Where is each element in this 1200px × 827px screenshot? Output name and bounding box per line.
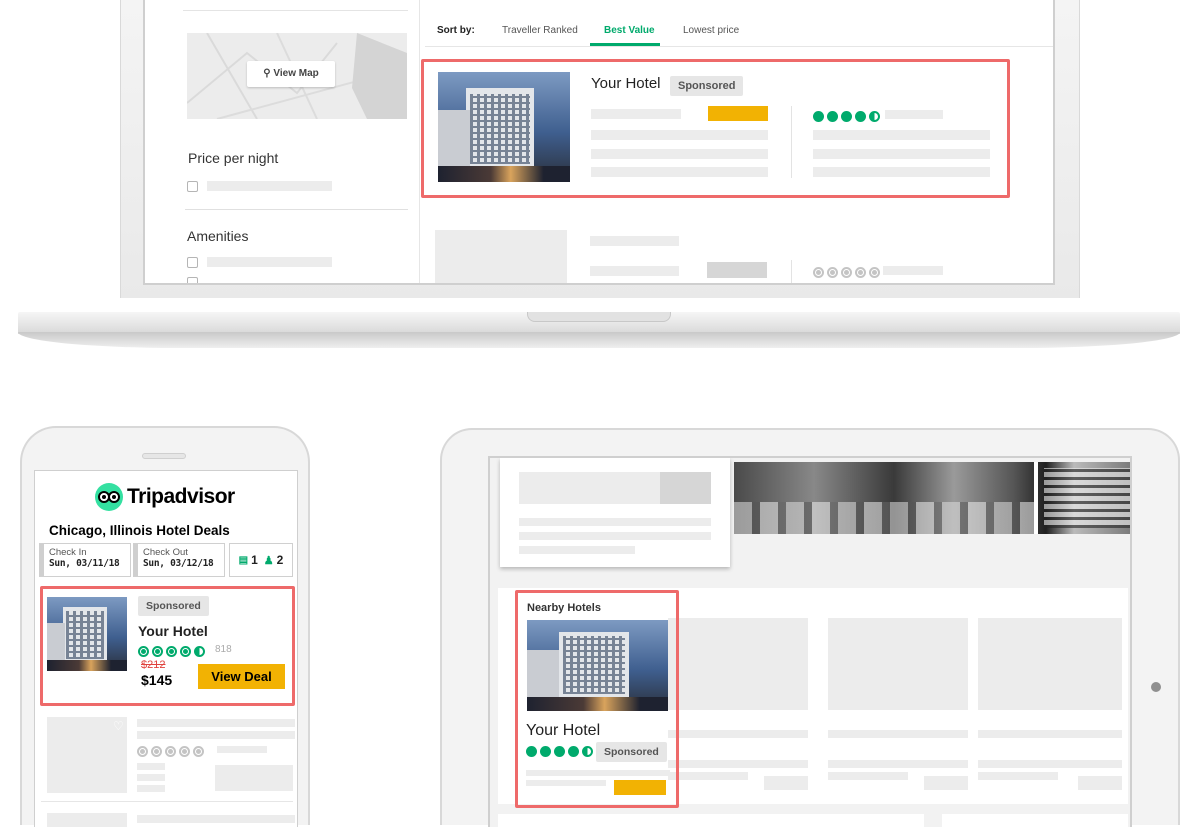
- check-in-label: Check In: [49, 547, 87, 558]
- heart-icon[interactable]: ♡: [113, 719, 124, 733]
- bed-icon: ▤: [238, 554, 249, 566]
- view-map-label: View Map: [273, 68, 319, 79]
- check-out-label: Check Out: [143, 547, 188, 558]
- booking-card: [500, 458, 730, 567]
- sort-bar: Sort by: Traveller Ranked Best Value Low…: [437, 22, 1037, 46]
- price-filter-title: Price per night: [188, 150, 279, 166]
- hotel-listing-placeholder: [435, 230, 1035, 283]
- listing-highlight-frame: [515, 590, 679, 808]
- check-out-value: Sun, 03/12/18: [143, 558, 214, 569]
- phone-screen: Tripadvisor Chicago, Illinois Hotel Deal…: [34, 470, 298, 827]
- check-in-field[interactable]: Check In Sun, 03/11/18: [39, 543, 131, 577]
- price-checkbox[interactable]: [187, 181, 198, 192]
- laptop-device: ⚲ View Map Price per night Amenities Sor…: [0, 0, 1200, 360]
- sort-option-traveller-ranked[interactable]: Traveller Ranked: [502, 25, 578, 36]
- tablet-home-button: [1151, 682, 1161, 692]
- guests-icon: ♟: [263, 554, 274, 567]
- view-map-button[interactable]: ⚲ View Map: [247, 61, 335, 87]
- amenity-checkbox[interactable]: [187, 257, 198, 268]
- sort-by-label: Sort by:: [437, 25, 475, 36]
- amenity-checkbox[interactable]: [187, 277, 198, 283]
- amenities-filter-title: Amenities: [187, 228, 249, 244]
- listing-highlight-frame: [40, 586, 295, 706]
- laptop-screen: ⚲ View Map Price per night Amenities Sor…: [143, 0, 1055, 285]
- laptop-notch: [527, 312, 671, 322]
- check-in-value: Sun, 03/11/18: [49, 558, 120, 569]
- logo-text: Tripadvisor: [127, 485, 235, 508]
- sort-option-lowest-price[interactable]: Lowest price: [683, 25, 739, 36]
- phone-speaker: [142, 453, 186, 459]
- tripadvisor-logo[interactable]: Tripadvisor: [95, 483, 235, 511]
- owl-icon: [95, 483, 123, 511]
- rooms-count: 1: [251, 553, 258, 567]
- hotel-photo-strip: [734, 462, 1130, 534]
- tablet-device: Nearby Hotels Your Hotel Sponsored: [440, 428, 1180, 827]
- filter-sidebar: ⚲ View Map Price per night Amenities: [145, 0, 417, 283]
- location-pin-icon: ⚲: [263, 68, 271, 79]
- sort-option-best-value[interactable]: Best Value: [604, 25, 655, 36]
- tablet-screen: Nearby Hotels Your Hotel Sponsored: [488, 456, 1132, 827]
- rooms-guests-field[interactable]: ▤ 1 ♟ 2: [229, 543, 293, 577]
- listing-highlight-frame: [421, 59, 1010, 198]
- hotel-listing-placeholder: ♡: [47, 717, 297, 793]
- map-thumbnail[interactable]: ⚲ View Map: [187, 33, 407, 119]
- check-out-field[interactable]: Check Out Sun, 03/12/18: [133, 543, 225, 577]
- guests-count: 2: [276, 553, 284, 567]
- page-title: Chicago, Illinois Hotel Deals: [49, 523, 230, 538]
- phone-device: Tripadvisor Chicago, Illinois Hotel Deal…: [20, 426, 310, 827]
